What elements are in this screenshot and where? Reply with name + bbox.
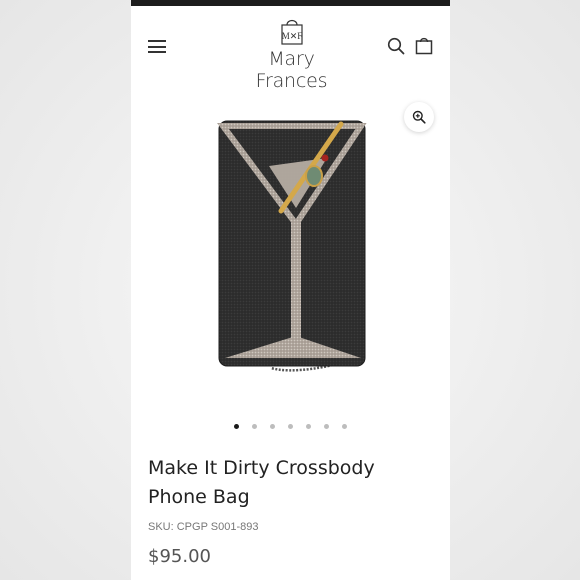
logo-monogram: M✕F xyxy=(281,31,302,41)
zoom-in-icon xyxy=(412,110,426,124)
brand-name: Mary Frances xyxy=(255,48,328,92)
pagination-dot[interactable] xyxy=(288,424,293,429)
pagination-dot[interactable] xyxy=(342,424,347,429)
zoom-button[interactable] xyxy=(404,102,434,132)
search-icon[interactable] xyxy=(387,37,405,55)
product-title: Make It Dirty Crossbody Phone Bag xyxy=(148,457,375,508)
pagination-dot[interactable] xyxy=(306,424,311,429)
product-image[interactable] xyxy=(131,96,450,396)
product-price: $95.00 xyxy=(148,546,211,567)
brand-logo[interactable]: M✕F Mary Frances xyxy=(234,16,349,92)
olive-charm xyxy=(305,165,323,187)
pagination-dot[interactable] xyxy=(234,424,239,429)
image-pagination xyxy=(131,424,450,432)
pagination-dot[interactable] xyxy=(324,424,329,429)
product-sku: SKU: CPGP S001-893 xyxy=(148,521,259,533)
site-header: M✕F Mary Frances xyxy=(131,6,450,92)
pagination-dot[interactable] xyxy=(252,424,257,429)
mobile-page: M✕F Mary Frances Make It Dirty Crossbody… xyxy=(131,0,450,580)
martini-stem xyxy=(291,222,301,338)
hamburger-menu-icon[interactable] xyxy=(148,40,166,53)
red-bead xyxy=(321,154,329,162)
shopping-bag-logo-icon: M✕F xyxy=(280,19,303,45)
pagination-dot[interactable] xyxy=(270,424,275,429)
shopping-bag-icon[interactable] xyxy=(415,36,433,55)
